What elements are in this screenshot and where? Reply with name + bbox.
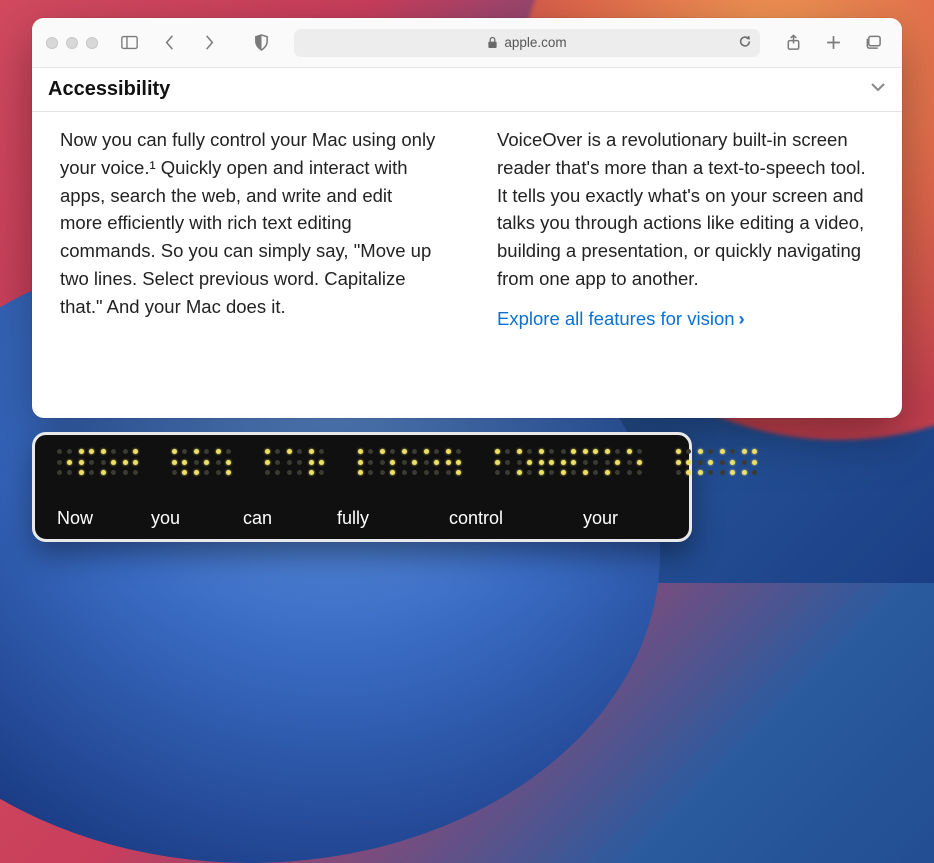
privacy-report-button[interactable]	[246, 30, 276, 56]
address-text: apple.com	[504, 35, 566, 50]
safari-window: apple.com Accessibility Now you can full…	[32, 18, 902, 418]
share-button[interactable]	[778, 30, 808, 56]
braille-word	[57, 449, 138, 475]
window-controls[interactable]	[46, 37, 98, 49]
braille-panel: Now you can fully control your	[32, 432, 692, 542]
content-left-column: Now you can fully control your Mac using…	[60, 126, 437, 400]
back-button[interactable]	[154, 30, 184, 56]
lock-icon	[487, 36, 498, 49]
chevron-right-icon: ›	[739, 305, 745, 333]
braille-cells-row	[57, 449, 667, 475]
braille-cell	[446, 449, 461, 475]
braille-cell	[424, 449, 439, 475]
voiceover-paragraph: VoiceOver is a revolutionary built-in sc…	[497, 126, 874, 293]
braille-cell	[676, 449, 691, 475]
forward-button[interactable]	[194, 30, 224, 56]
page-header: Accessibility	[32, 68, 902, 112]
braille-labels-row: Now you can fully control your	[57, 508, 667, 529]
braille-cell	[358, 449, 373, 475]
minimize-window-icon[interactable]	[66, 37, 78, 49]
braille-label: your	[583, 508, 618, 529]
braille-cell	[698, 449, 713, 475]
page-title: Accessibility	[48, 78, 170, 101]
braille-cell	[517, 449, 532, 475]
braille-label: fully	[337, 508, 415, 529]
reload-button[interactable]	[738, 34, 752, 51]
braille-label: you	[151, 508, 209, 529]
address-bar[interactable]: apple.com	[294, 29, 760, 57]
toolbar: apple.com	[32, 18, 902, 68]
link-text: Explore all features for vision	[497, 305, 735, 333]
explore-vision-link[interactable]: Explore all features for vision ›	[497, 305, 745, 333]
content-right-column: VoiceOver is a revolutionary built-in sc…	[497, 126, 874, 400]
expand-menu-button[interactable]	[870, 79, 886, 100]
braille-cell	[720, 449, 735, 475]
braille-word	[265, 449, 324, 475]
braille-cell	[101, 449, 116, 475]
braille-cell	[561, 449, 576, 475]
braille-cell	[57, 449, 72, 475]
voice-control-paragraph: Now you can fully control your Mac using…	[60, 126, 437, 320]
braille-word	[172, 449, 231, 475]
braille-cell	[172, 449, 187, 475]
braille-cell	[605, 449, 620, 475]
braille-label: control	[449, 508, 549, 529]
braille-cell	[495, 449, 510, 475]
braille-cell	[742, 449, 757, 475]
braille-cell	[287, 449, 302, 475]
sidebar-toggle-button[interactable]	[114, 30, 144, 56]
close-window-icon[interactable]	[46, 37, 58, 49]
braille-cell	[539, 449, 554, 475]
braille-cell	[265, 449, 280, 475]
braille-cell	[583, 449, 598, 475]
braille-cell	[627, 449, 642, 475]
braille-cell	[309, 449, 324, 475]
braille-cell	[216, 449, 231, 475]
braille-label: Now	[57, 508, 117, 529]
tab-overview-button[interactable]	[858, 30, 888, 56]
braille-cell	[402, 449, 417, 475]
page-content: Now you can fully control your Mac using…	[32, 112, 902, 418]
braille-label: can	[243, 508, 303, 529]
new-tab-button[interactable]	[818, 30, 848, 56]
braille-cell	[79, 449, 94, 475]
braille-word	[676, 449, 757, 475]
braille-cell	[194, 449, 209, 475]
braille-word	[358, 449, 461, 475]
zoom-window-icon[interactable]	[86, 37, 98, 49]
braille-word	[495, 449, 642, 475]
braille-cell	[380, 449, 395, 475]
braille-cell	[123, 449, 138, 475]
